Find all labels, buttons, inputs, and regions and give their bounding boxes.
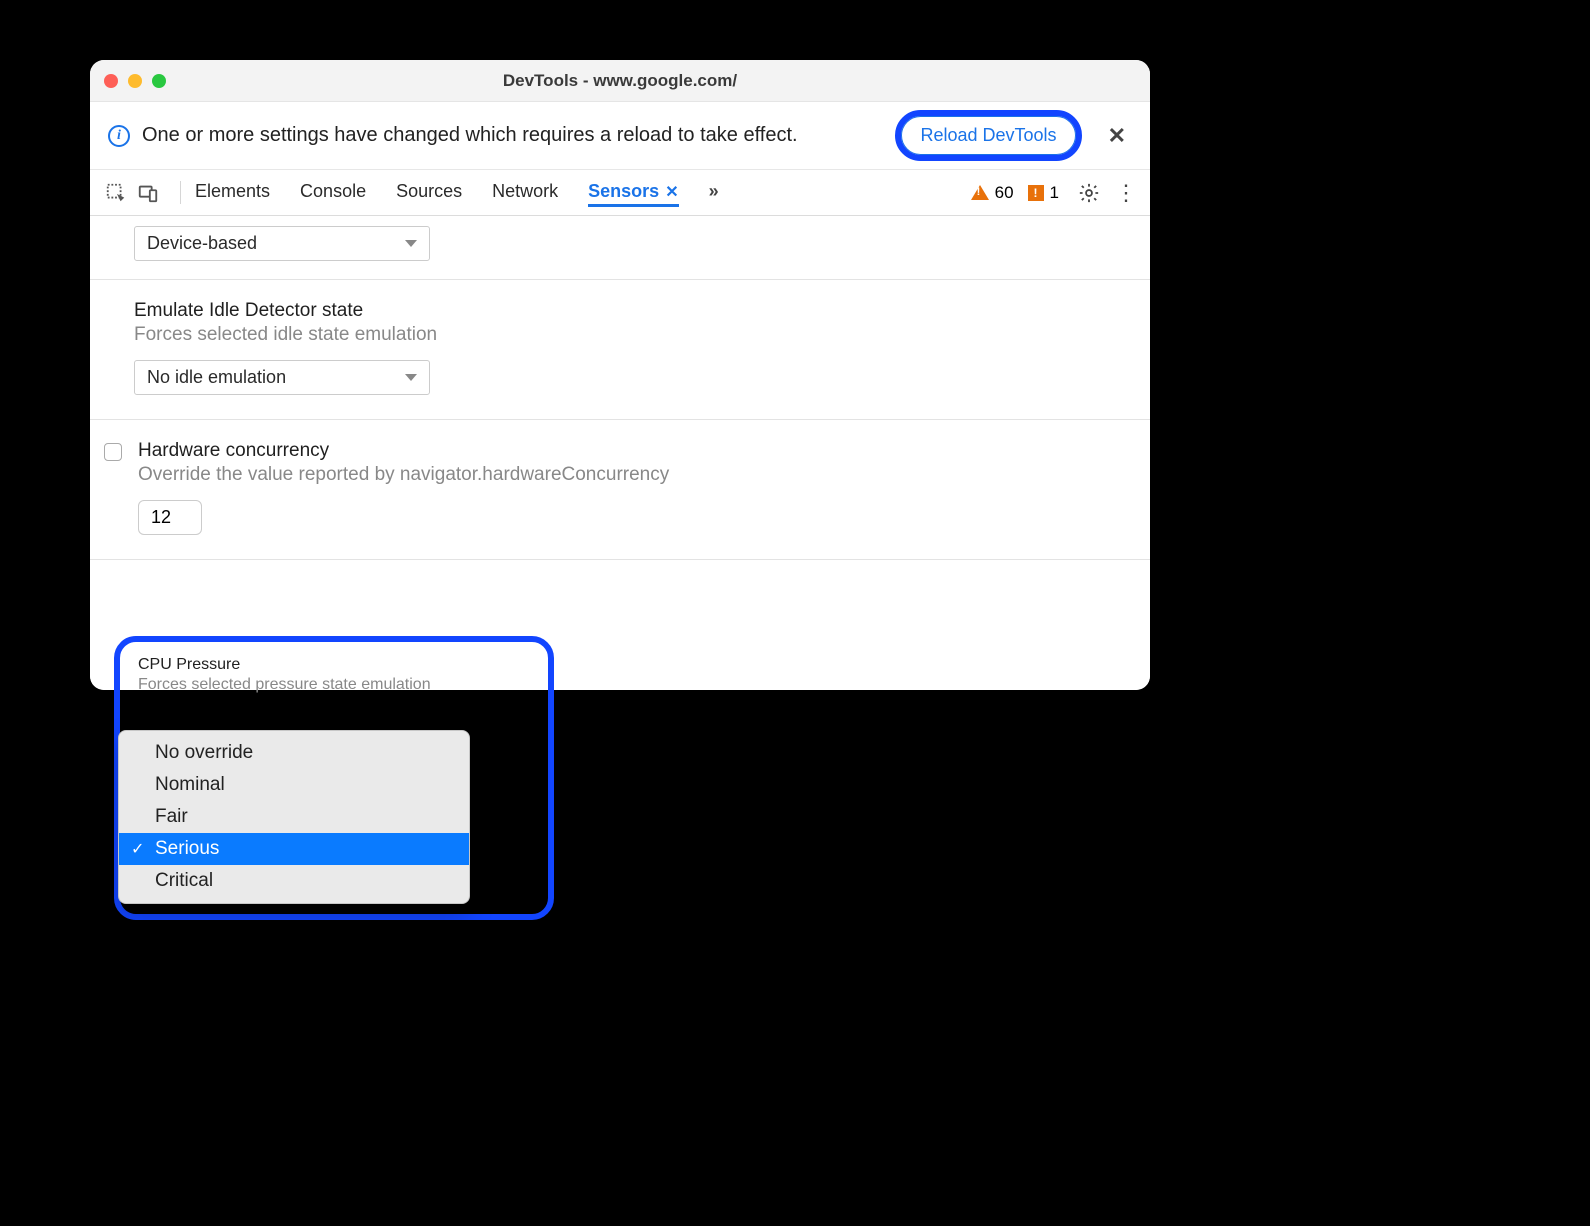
device-based-value: Device-based — [147, 233, 257, 254]
pressure-title: CPU Pressure — [138, 656, 530, 674]
pressure-subtitle: Forces selected pressure state emulation — [138, 676, 530, 694]
device-toolbar-icon[interactable] — [134, 179, 162, 207]
reload-banner: i One or more settings have changed whic… — [90, 102, 1150, 170]
window-title: DevTools - www.google.com/ — [90, 71, 1150, 91]
pressure-option-serious[interactable]: ✓ Serious — [119, 833, 469, 865]
sensors-panel: Device-based Emulate Idle Detector state… — [90, 216, 1150, 690]
panel-tabs: Elements Console Sources Network Sensors… — [180, 181, 719, 204]
reload-devtools-button[interactable]: Reload DevTools — [901, 116, 1075, 155]
banner-message: One or more settings have changed which … — [142, 124, 889, 147]
info-icon: i — [108, 125, 130, 147]
cpu-pressure-dropdown[interactable]: No override Nominal Fair ✓ Serious Criti… — [118, 730, 470, 904]
devtools-window: DevTools - www.google.com/ i One or more… — [90, 60, 1150, 690]
warnings-counter[interactable]: 60 — [971, 183, 1014, 203]
toolbar: Elements Console Sources Network Sensors… — [90, 170, 1150, 216]
warnings-count: 60 — [995, 183, 1014, 203]
tab-console[interactable]: Console — [300, 181, 366, 204]
hardware-concurrency-input[interactable]: 12 — [138, 500, 202, 535]
inspect-element-icon[interactable] — [102, 179, 130, 207]
device-based-select[interactable]: Device-based — [134, 226, 430, 261]
idle-title: Emulate Idle Detector state — [134, 300, 1126, 322]
window-controls — [104, 74, 166, 88]
issues-count: 1 — [1050, 183, 1059, 203]
idle-detector-section: Emulate Idle Detector state Forces selec… — [90, 280, 1150, 420]
maximize-window-button[interactable] — [152, 74, 166, 88]
cpu-pressure-highlight: CPU Pressure Forces selected pressure st… — [114, 636, 554, 920]
pressure-option-nominal[interactable]: Nominal — [119, 769, 469, 801]
settings-icon[interactable] — [1075, 179, 1103, 207]
concurrency-subtitle: Override the value reported by navigator… — [138, 464, 669, 486]
hardware-concurrency-section: Hardware concurrency Override the value … — [90, 420, 1150, 560]
idle-emulation-select[interactable]: No idle emulation — [134, 360, 430, 395]
tab-sensors[interactable]: Sensors ✕ — [588, 181, 678, 207]
issue-icon: ! — [1028, 185, 1044, 201]
idle-value: No idle emulation — [147, 367, 286, 388]
dismiss-banner-button[interactable]: ✕ — [1088, 123, 1132, 149]
idle-subtitle: Forces selected idle state emulation — [134, 324, 1126, 346]
dropdown-caret-icon — [405, 240, 417, 247]
issues-counter[interactable]: ! 1 — [1028, 183, 1059, 203]
pressure-option-no-override[interactable]: No override — [119, 737, 469, 769]
more-tabs-button[interactable]: » — [709, 181, 719, 204]
pressure-option-critical[interactable]: Critical — [119, 865, 469, 897]
check-icon: ✓ — [131, 839, 144, 859]
titlebar: DevTools - www.google.com/ — [90, 60, 1150, 102]
tab-network[interactable]: Network — [492, 181, 558, 204]
tab-elements[interactable]: Elements — [195, 181, 270, 204]
minimize-window-button[interactable] — [128, 74, 142, 88]
tab-sources[interactable]: Sources — [396, 181, 462, 204]
close-window-button[interactable] — [104, 74, 118, 88]
dropdown-caret-icon — [405, 374, 417, 381]
concurrency-title: Hardware concurrency — [138, 440, 669, 462]
device-based-section: Device-based — [90, 216, 1150, 280]
more-options-icon[interactable]: ⋮ — [1107, 180, 1138, 206]
pressure-option-fair[interactable]: Fair — [119, 801, 469, 833]
warning-icon — [971, 185, 989, 200]
hardware-concurrency-checkbox[interactable] — [104, 443, 122, 461]
close-tab-icon[interactable]: ✕ — [665, 182, 678, 202]
